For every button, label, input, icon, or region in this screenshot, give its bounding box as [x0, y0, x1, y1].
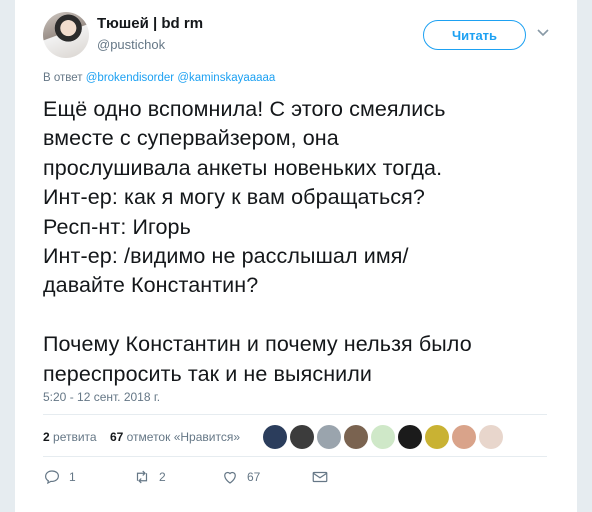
chevron-down-icon[interactable]	[535, 24, 551, 40]
retweet-icon	[136, 470, 148, 484]
liker-avatar[interactable]	[452, 425, 476, 449]
tweet-card: Тюшей | bd rm @pustichok Читать В ответ …	[15, 0, 577, 512]
heart-icon	[224, 471, 236, 484]
liker-avatar[interactable]	[290, 425, 314, 449]
liker-avatars	[263, 425, 506, 449]
liker-avatar[interactable]	[263, 425, 287, 449]
likes-stat[interactable]: 67 отметок «Нравится»	[110, 430, 240, 444]
follow-button[interactable]: Читать	[423, 20, 526, 50]
divider	[43, 456, 547, 457]
reply-icon	[45, 470, 59, 485]
retweet-button[interactable]: 2	[133, 468, 166, 486]
liker-avatar[interactable]	[344, 425, 368, 449]
author-name[interactable]: Тюшей | bd rm	[97, 15, 203, 32]
retweet-count: 2	[159, 470, 166, 484]
envelope-icon	[312, 471, 328, 483]
author-avatar[interactable]	[43, 12, 89, 58]
like-count: 67	[247, 470, 261, 484]
divider	[43, 414, 547, 415]
author-handle[interactable]: @pustichok	[97, 37, 165, 52]
liker-avatar[interactable]	[371, 425, 395, 449]
liker-avatar[interactable]	[425, 425, 449, 449]
tweet-stats: 2 ретвита 67 отметок «Нравится»	[43, 430, 240, 444]
reply-context: В ответ @brokendisorder @kaminskayaaaaa	[43, 72, 275, 84]
reply-button[interactable]: 1	[43, 468, 76, 486]
liker-avatar[interactable]	[317, 425, 341, 449]
mention-link[interactable]: @kaminskayaaaaa	[177, 72, 275, 84]
reply-prefix: В ответ	[43, 72, 83, 84]
mention-link[interactable]: @brokendisorder	[86, 72, 174, 84]
tweet-text: Ещё одно вспомнила! С этого смеялись вме…	[43, 97, 472, 386]
liker-avatar[interactable]	[479, 425, 503, 449]
liker-avatar[interactable]	[398, 425, 422, 449]
direct-message-button[interactable]	[311, 468, 329, 486]
reply-count: 1	[69, 470, 76, 484]
like-button[interactable]: 67	[221, 468, 260, 486]
retweets-stat[interactable]: 2 ретвита	[43, 430, 97, 444]
tweet-timestamp[interactable]: 5:20 - 12 сент. 2018 г.	[43, 390, 160, 404]
